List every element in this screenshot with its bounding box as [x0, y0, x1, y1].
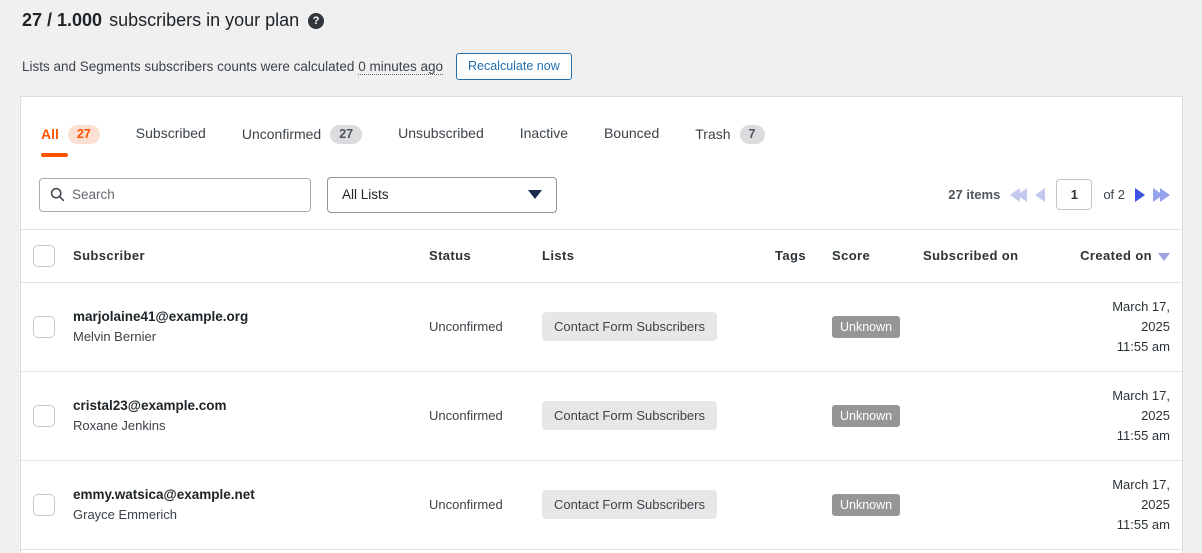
search-input[interactable]: [72, 187, 300, 202]
subscriber-email[interactable]: marjolaine41@example.org: [73, 309, 429, 324]
tab-subscribed[interactable]: Subscribed: [136, 125, 206, 157]
page-title: 27 / 1.000 subscribers in your plan ?: [22, 10, 1180, 31]
pagination: 27 items of 2: [948, 179, 1170, 210]
tab-bounced-label: Bounced: [604, 125, 659, 141]
sort-desc-icon: [1158, 253, 1170, 261]
created-time: 11:55 am: [1080, 337, 1170, 357]
column-header-subscriber[interactable]: Subscriber: [73, 229, 429, 282]
previous-page-button[interactable]: [1035, 188, 1045, 202]
table-toolbar: All Lists 27 items of 2: [21, 157, 1182, 229]
tab-unconfirmed[interactable]: Unconfirmed 27: [242, 125, 362, 157]
last-page-button[interactable]: [1153, 188, 1170, 202]
first-page-button[interactable]: [1010, 188, 1027, 202]
lists-filter-dropdown[interactable]: All Lists: [327, 177, 557, 213]
subscriber-count: 27 / 1.000: [22, 10, 102, 31]
recalculate-timestamp: 0 minutes ago: [358, 59, 443, 75]
tab-subscribed-label: Subscribed: [136, 125, 206, 141]
column-header-lists: Lists: [542, 229, 775, 282]
column-header-score: Score: [832, 229, 923, 282]
subscriber-email[interactable]: cristal23@example.com: [73, 398, 429, 413]
created-on-label: Created on: [1080, 248, 1152, 263]
tab-trash-count-badge: 7: [740, 125, 765, 144]
current-page-input[interactable]: [1056, 179, 1092, 210]
created-on-cell: March 17, 2025 11:55 am: [1080, 460, 1182, 549]
row-checkbox[interactable]: [33, 405, 55, 427]
created-date: March 17, 2025: [1080, 386, 1170, 426]
column-header-status[interactable]: Status: [429, 229, 542, 282]
created-on-cell: March 17, 2025 11:55 am: [1080, 282, 1182, 371]
search-box: [39, 178, 311, 212]
subscriber-status: Unconfirmed: [429, 282, 542, 371]
next-page-button[interactable]: [1135, 188, 1145, 202]
created-on-cell: March 17, 2025 11:55 am: [1080, 371, 1182, 460]
status-tabs: All 27 Subscribed Unconfirmed 27 Unsubsc…: [21, 97, 1182, 157]
list-chip[interactable]: Contact Form Subscribers: [542, 490, 717, 519]
table-row: marjolaine41@example.org Melvin Bernier …: [21, 282, 1182, 371]
row-checkbox[interactable]: [33, 316, 55, 338]
subscriber-email[interactable]: emmy.watsica@example.net: [73, 487, 429, 502]
subscribers-table: Subscriber Status Lists Tags Score Subsc…: [21, 229, 1182, 550]
table-header-row: Subscriber Status Lists Tags Score Subsc…: [21, 229, 1182, 282]
page-title-text: subscribers in your plan: [109, 10, 299, 31]
tab-inactive[interactable]: Inactive: [520, 125, 568, 157]
tab-unconfirmed-count-badge: 27: [330, 125, 362, 144]
search-icon: [50, 187, 65, 202]
score-badge: Unknown: [832, 494, 900, 516]
list-chip[interactable]: Contact Form Subscribers: [542, 312, 717, 341]
column-header-subscribed-on[interactable]: Subscribed on: [923, 229, 1080, 282]
subscriber-status: Unconfirmed: [429, 460, 542, 549]
tab-trash[interactable]: Trash 7: [695, 125, 764, 157]
subscribed-on-cell: [923, 282, 1080, 371]
list-chip[interactable]: Contact Form Subscribers: [542, 401, 717, 430]
created-time: 11:55 am: [1080, 426, 1170, 446]
total-pages-label: of 2: [1103, 187, 1125, 202]
created-date: March 17, 2025: [1080, 475, 1170, 515]
active-tab-underline: [41, 153, 68, 157]
column-header-tags: Tags: [775, 229, 832, 282]
tab-bounced[interactable]: Bounced: [604, 125, 659, 157]
subscriber-name: Melvin Bernier: [73, 329, 429, 344]
row-checkbox[interactable]: [33, 494, 55, 516]
tab-all-count-badge: 27: [68, 125, 100, 144]
table-row: cristal23@example.com Roxane Jenkins Unc…: [21, 371, 1182, 460]
score-badge: Unknown: [832, 405, 900, 427]
tab-inactive-label: Inactive: [520, 125, 568, 141]
subscriber-name: Grayce Emmerich: [73, 507, 429, 522]
column-header-created-on[interactable]: Created on: [1080, 229, 1182, 282]
subscriber-tags: [775, 282, 832, 371]
tab-all[interactable]: All 27: [41, 125, 100, 157]
subscriber-name: Roxane Jenkins: [73, 418, 429, 433]
tab-trash-label: Trash: [695, 126, 730, 142]
subscriber-status: Unconfirmed: [429, 371, 542, 460]
tab-unsubscribed-label: Unsubscribed: [398, 125, 484, 141]
help-icon[interactable]: ?: [308, 13, 324, 29]
subscribed-on-cell: [923, 371, 1080, 460]
recalculate-row: Lists and Segments subscribers counts we…: [22, 53, 1180, 80]
select-all-checkbox[interactable]: [33, 245, 55, 267]
subscribed-on-cell: [923, 460, 1080, 549]
tab-unsubscribed[interactable]: Unsubscribed: [398, 125, 484, 157]
recalculate-note: Lists and Segments subscribers counts we…: [22, 59, 443, 74]
tab-all-label: All: [41, 126, 59, 142]
recalculate-button[interactable]: Recalculate now: [456, 53, 572, 80]
score-badge: Unknown: [832, 316, 900, 338]
lists-filter-value: All Lists: [342, 187, 389, 202]
items-count-label: 27 items: [948, 187, 1000, 202]
page-header: 27 / 1.000 subscribers in your plan ? Li…: [0, 0, 1202, 80]
recalculate-note-text: Lists and Segments subscribers counts we…: [22, 59, 354, 74]
created-date: March 17, 2025: [1080, 297, 1170, 337]
subscriber-tags: [775, 371, 832, 460]
subscriber-tags: [775, 460, 832, 549]
chevron-down-icon: [528, 190, 542, 199]
subscribers-card: All 27 Subscribed Unconfirmed 27 Unsubsc…: [20, 96, 1183, 553]
created-time: 11:55 am: [1080, 515, 1170, 535]
tab-unconfirmed-label: Unconfirmed: [242, 126, 321, 142]
table-row: emmy.watsica@example.net Grayce Emmerich…: [21, 460, 1182, 549]
